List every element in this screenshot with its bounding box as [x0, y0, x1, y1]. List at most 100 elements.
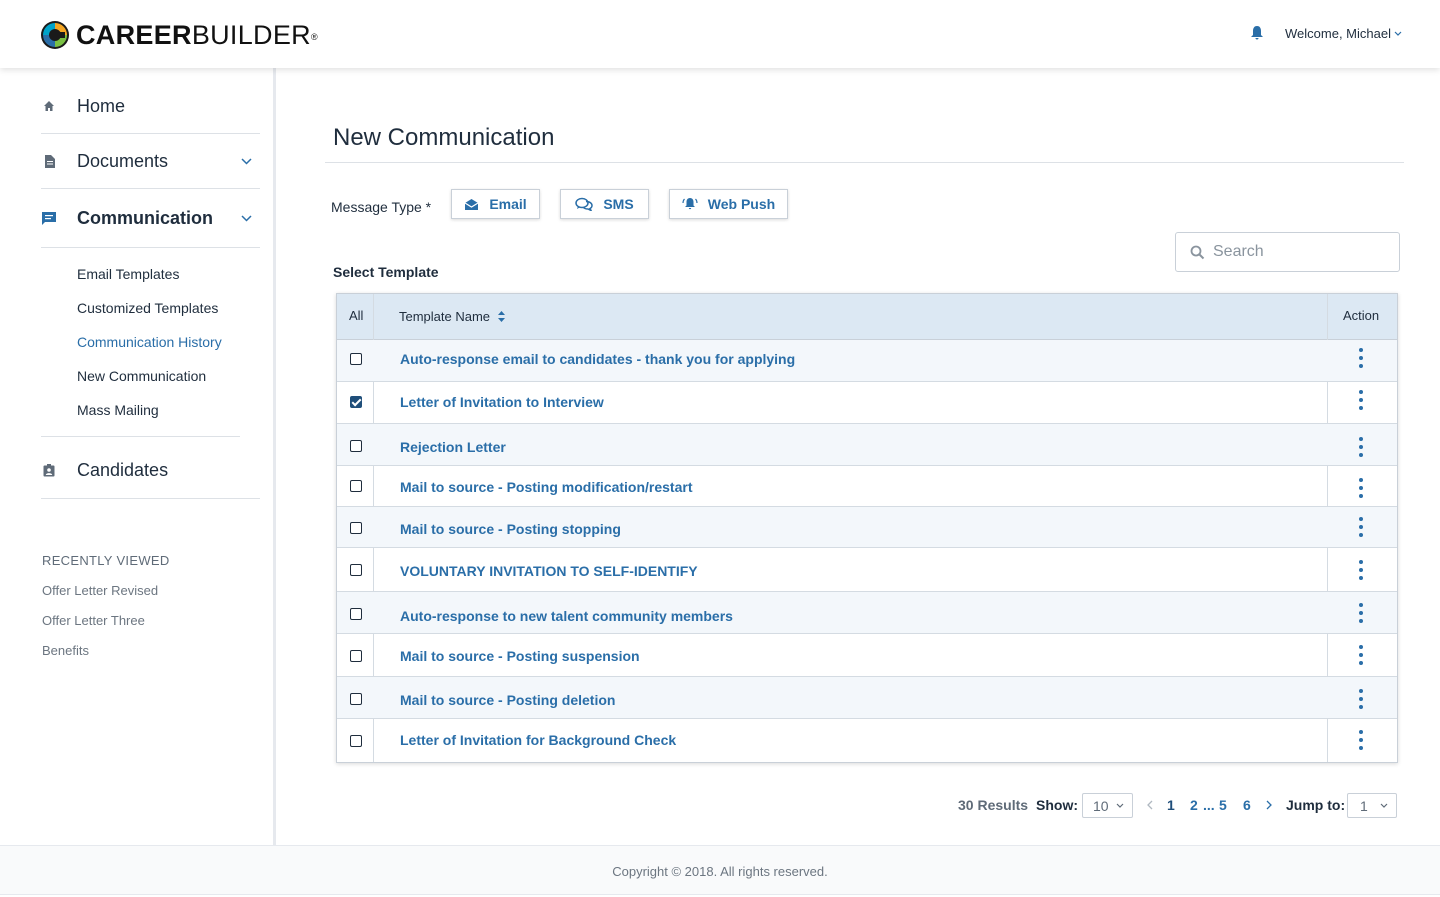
sidebar: Home Documents Communication Email Templ…: [0, 68, 276, 845]
candidate-badge-icon: [41, 462, 57, 478]
sidebar-subitem-mass-mailing[interactable]: Mass Mailing: [77, 402, 159, 418]
chat-icon: [41, 210, 57, 226]
page-1-link[interactable]: 1: [1167, 797, 1175, 813]
copyright-text: Copyright © 2018. All rights reserved.: [612, 864, 828, 879]
sidebar-subitem-communication-history[interactable]: Communication History: [77, 334, 222, 350]
recent-item[interactable]: Offer Letter Revised: [42, 583, 158, 598]
row-checkbox[interactable]: [350, 440, 362, 452]
sidebar-item-candidates[interactable]: Candidates: [41, 458, 260, 482]
chevron-down-icon[interactable]: [241, 157, 252, 165]
more-actions-icon[interactable]: [1357, 437, 1365, 457]
more-actions-icon[interactable]: [1357, 478, 1365, 498]
search-box[interactable]: [1175, 232, 1400, 272]
table-row: Mail to source - Posting suspension: [337, 634, 1397, 677]
table-row: Auto-response email to candidates - than…: [337, 340, 1397, 382]
sidebar-subitem-new-communication[interactable]: New Communication: [77, 368, 206, 384]
row-checkbox[interactable]: [350, 608, 362, 620]
template-name-link[interactable]: VOLUNTARY INVITATION TO SELF-IDENTIFY: [400, 563, 698, 579]
bell-icon: [682, 198, 698, 210]
template-name-link[interactable]: Mail to source - Posting suspension: [400, 648, 640, 664]
template-name-link[interactable]: Mail to source - Posting modification/re…: [400, 479, 692, 495]
template-name-link[interactable]: Letter of Invitation for Background Chec…: [400, 732, 676, 748]
action-header: Action: [1343, 308, 1380, 323]
results-count: 30 Results: [958, 797, 1029, 813]
table-row: Letter of Invitation to Interview: [337, 382, 1397, 424]
row-checkbox[interactable]: [350, 650, 362, 662]
table-row: Mail to source - Posting modification/re…: [337, 466, 1397, 507]
row-checkbox[interactable]: [350, 480, 362, 492]
template-name-link[interactable]: Mail to source - Posting stopping: [400, 521, 621, 537]
more-actions-icon[interactable]: [1357, 348, 1365, 368]
search-input[interactable]: [1213, 243, 1393, 261]
jump-to-select[interactable]: 1: [1347, 793, 1397, 818]
table-row: Auto-response to new talent community me…: [337, 592, 1397, 634]
template-name-header[interactable]: Template Name: [399, 309, 506, 324]
page-5-link[interactable]: 5: [1219, 797, 1227, 813]
template-name-link[interactable]: Letter of Invitation to Interview: [400, 394, 604, 410]
row-checkbox[interactable]: [350, 522, 362, 534]
recent-item[interactable]: Benefits: [42, 643, 89, 658]
logo-wordmark: CAREERBUILDER®: [76, 20, 318, 50]
web-push-type-button[interactable]: Web Push: [669, 189, 788, 219]
page-size-value: 10: [1093, 797, 1109, 814]
template-name-link[interactable]: Auto-response to new talent community me…: [400, 608, 733, 624]
envelope-icon: [464, 198, 479, 210]
more-actions-icon[interactable]: [1357, 730, 1365, 750]
sms-type-button[interactable]: SMS: [560, 189, 649, 219]
careerbuilder-logo[interactable]: CAREERBUILDER®: [40, 19, 318, 51]
sidebar-item-label: Home: [77, 95, 126, 116]
sidebar-subitem-customized-templates[interactable]: Customized Templates: [77, 300, 218, 316]
sidebar-item-communication[interactable]: Communication: [41, 206, 260, 230]
user-menu[interactable]: Welcome, Michael: [1285, 26, 1402, 41]
jump-to-value: 1: [1360, 797, 1368, 814]
prev-page-icon[interactable]: [1147, 800, 1153, 810]
chevron-down-icon[interactable]: [241, 214, 252, 222]
welcome-text: Welcome, Michael: [1285, 26, 1391, 41]
sidebar-item-label: Documents: [77, 150, 169, 171]
document-icon: [41, 153, 57, 169]
table-row: Letter of Invitation for Background Chec…: [337, 719, 1397, 762]
sidebar-item-home[interactable]: Home: [41, 94, 260, 118]
row-checkbox[interactable]: [350, 564, 362, 576]
template-name-link[interactable]: Mail to source - Posting deletion: [400, 692, 615, 708]
chevron-down-icon: [1116, 803, 1124, 808]
sidebar-subitem-email-templates[interactable]: Email Templates: [77, 266, 179, 282]
jump-to-label: Jump to:: [1286, 797, 1346, 813]
table-row: VOLUNTARY INVITATION TO SELF-IDENTIFY: [337, 548, 1397, 592]
more-actions-icon[interactable]: [1357, 517, 1365, 537]
more-actions-icon[interactable]: [1357, 689, 1365, 709]
next-page-icon[interactable]: [1266, 800, 1272, 810]
page-2-link[interactable]: 2: [1190, 797, 1198, 813]
more-actions-icon[interactable]: [1357, 645, 1365, 665]
recently-viewed-title: RECENTLY VIEWED: [42, 553, 170, 568]
sidebar-item-documents[interactable]: Documents: [41, 149, 260, 173]
row-checkbox[interactable]: [350, 353, 362, 365]
sidebar-item-label: Candidates: [77, 459, 169, 480]
logo-mark-icon: [41, 21, 69, 49]
button-label: Web Push: [707, 196, 776, 212]
page-ellipsis: ...: [1203, 797, 1215, 813]
page-6-link[interactable]: 6: [1243, 797, 1251, 813]
column-label: Template Name: [399, 309, 491, 324]
select-all-header[interactable]: All: [349, 308, 363, 323]
more-actions-icon[interactable]: [1357, 603, 1365, 623]
sidebar-divider: [41, 436, 240, 437]
message-type-label: Message Type *: [331, 199, 432, 215]
recent-item[interactable]: Offer Letter Three: [42, 613, 145, 628]
top-header: CAREERBUILDER® Welcome, Michael: [0, 0, 1440, 68]
select-template-label: Select Template: [333, 264, 439, 280]
row-checkbox[interactable]: [350, 735, 362, 747]
email-type-button[interactable]: Email: [451, 189, 540, 219]
template-name-link[interactable]: Auto-response email to candidates - than…: [400, 351, 795, 367]
sort-icon[interactable]: [498, 311, 506, 322]
more-actions-icon[interactable]: [1357, 560, 1365, 580]
row-checkbox[interactable]: [350, 396, 362, 408]
template-name-link[interactable]: Rejection Letter: [400, 439, 506, 455]
home-icon: [41, 98, 57, 114]
bell-icon[interactable]: [1250, 25, 1264, 41]
row-checkbox[interactable]: [350, 693, 362, 705]
sidebar-divider: [41, 133, 260, 134]
more-actions-icon[interactable]: [1357, 390, 1365, 410]
page-size-select[interactable]: 10: [1082, 793, 1133, 818]
footer: Copyright © 2018. All rights reserved.: [0, 845, 1440, 895]
